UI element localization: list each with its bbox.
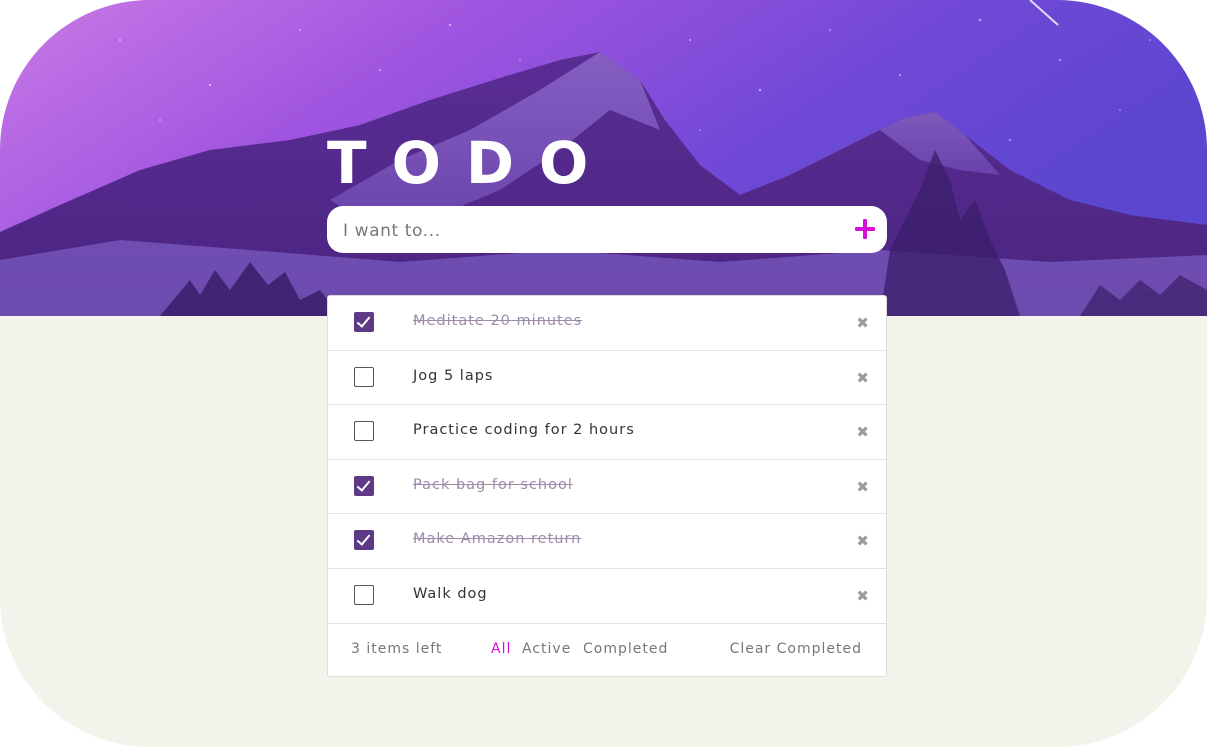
close-icon[interactable]: ✖ [856,369,869,387]
todo-checkbox[interactable] [354,584,374,605]
todo-checkbox[interactable] [354,366,374,387]
todo-item: Practice coding for 2 hours ✖ [328,405,886,460]
todo-text: Practice coding for 2 hours [413,422,635,439]
todo-checkbox-checked[interactable] [354,475,374,496]
filter-active[interactable]: Active [522,641,571,657]
todo-checkbox-checked[interactable] [354,530,374,551]
todo-checkbox-checked[interactable] [354,312,374,332]
filter-all[interactable]: All [491,641,511,657]
todo-text: Pack bag for school [413,476,573,493]
todo-list: Meditate 20 minutes ✖ Jog 5 laps ✖ Pract… [327,295,887,677]
new-todo-bar [327,206,887,255]
todo-item: Walk dog ✖ [328,569,886,624]
close-icon[interactable]: ✖ [856,478,869,496]
new-todo-input[interactable] [341,206,835,255]
close-icon[interactable]: ✖ [856,587,869,605]
todo-text: Meditate 20 minutes [413,313,583,329]
app-title: TODO [327,129,614,197]
todo-item: Jog 5 laps ✖ [328,351,886,406]
todo-text: Walk dog [413,585,488,602]
close-icon[interactable]: ✖ [856,423,869,441]
close-icon[interactable]: ✖ [856,532,869,550]
todo-text: Jog 5 laps [413,367,494,384]
todo-item: Pack bag for school ✖ [328,460,886,515]
clear-completed-button[interactable]: Clear Completed [730,641,862,657]
filter-completed[interactable]: Completed [583,641,668,657]
close-icon[interactable]: ✖ [856,314,869,332]
todo-checkbox[interactable] [354,421,374,442]
todo-footer: 3 items left All Active Completed Clear … [328,624,886,676]
todo-item: Make Amazon return ✖ [328,514,886,569]
todo-app: TODO Meditate 20 minutes ✖ Jog 5 laps ✖ … [0,0,1207,747]
items-left-count: 3 items left [351,640,443,657]
todo-text: Make Amazon return [413,531,582,548]
plus-icon[interactable] [851,215,879,243]
todo-item: Meditate 20 minutes ✖ [328,296,886,351]
